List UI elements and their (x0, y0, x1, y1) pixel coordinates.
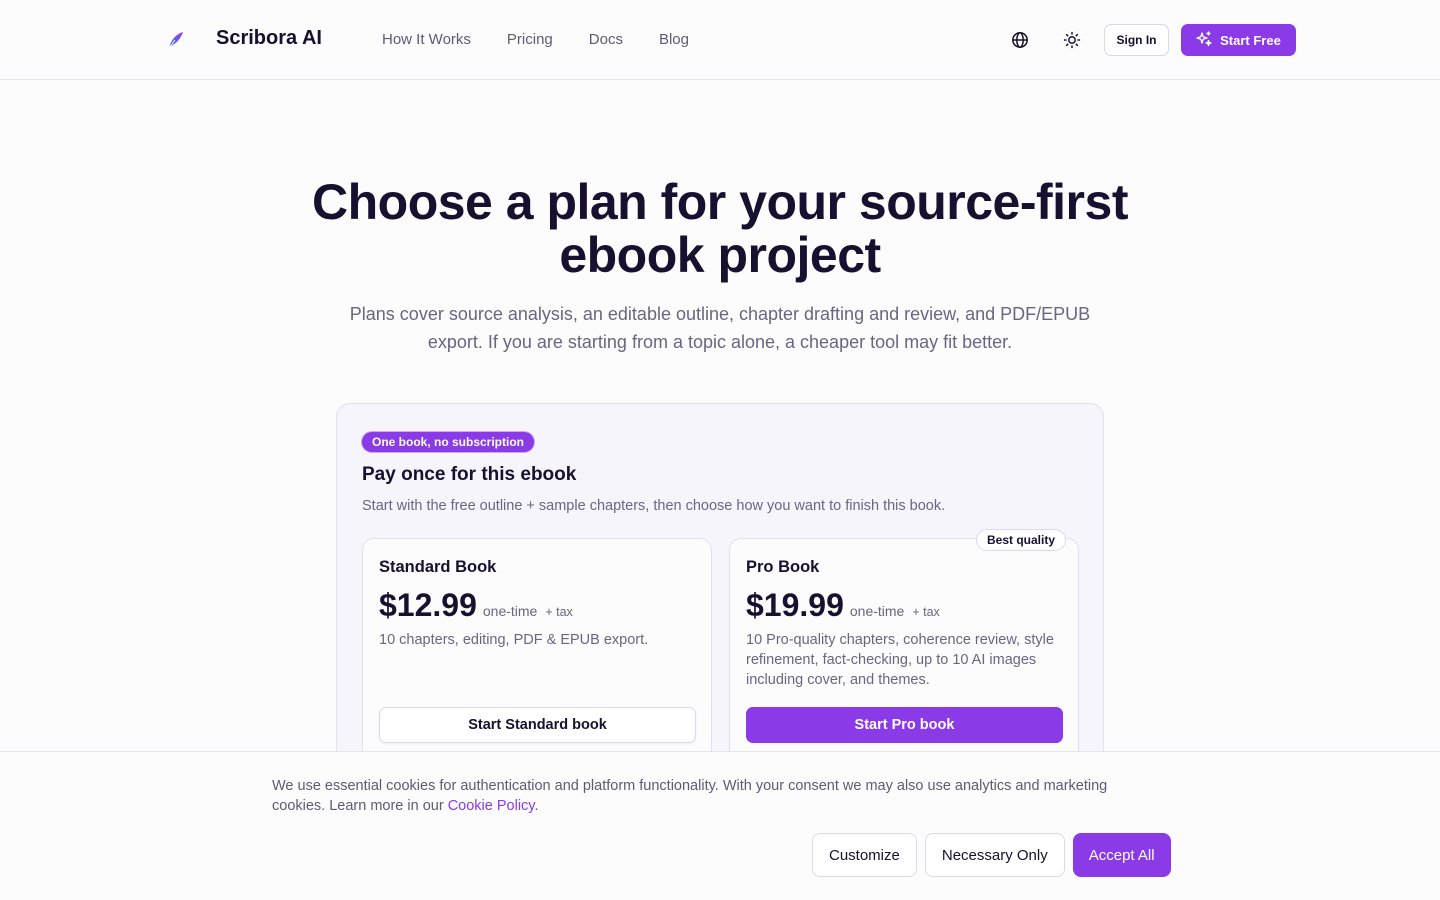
start-pro-book-button[interactable]: Start Pro book (746, 707, 1063, 743)
start-free-button[interactable]: Start Free (1181, 24, 1296, 56)
pro-book-price-row: $19.99 one-time + tax (746, 587, 940, 624)
standard-book-price: $12.99 (379, 587, 477, 623)
standard-book-tax: + tax (545, 605, 573, 619)
pro-book-card: Best quality Pro Book $19.99 one-time + … (729, 529, 1079, 768)
cookie-policy-link[interactable]: Cookie Policy (448, 798, 535, 814)
page-subtitle-line-1: Plans cover source analysis, an editable… (349, 304, 1091, 324)
nav-docs[interactable]: Docs (589, 31, 623, 48)
pro-book-description: 10 Pro-quality chapters, coherence revie… (746, 632, 1054, 688)
cookie-message-line-2: cookies. Learn more in our (272, 798, 448, 814)
standard-book-name: Standard Book (379, 558, 497, 576)
pro-book-term: one-time (849, 603, 905, 619)
standard-book-term: one-time (482, 603, 538, 619)
pro-book-price: $19.99 (746, 587, 844, 623)
cookie-message: We use essential cookies for authenticat… (272, 776, 1152, 816)
sparkles-icon (1196, 30, 1212, 50)
standard-book-price-row: $12.99 one-time + tax (379, 587, 573, 624)
cookie-message-line-1: We use essential cookies for authenticat… (272, 778, 1108, 794)
page-subtitle: Plans cover source analysis, an editable… (320, 300, 1120, 356)
main-nav: How It Works Pricing Docs Blog (382, 31, 689, 48)
start-standard-book-button[interactable]: Start Standard book (379, 707, 696, 743)
cookie-message-period: . (534, 798, 539, 814)
necessary-only-button[interactable]: Necessary Only (924, 833, 1065, 877)
start-free-label: Start Free (1220, 32, 1281, 48)
page-title-line-2: ebook project (559, 227, 881, 283)
sun-icon[interactable] (1060, 28, 1084, 52)
best-quality-badge: Best quality (976, 529, 1067, 551)
plan-section-description: Start with the free outline + sample cha… (362, 498, 946, 514)
cookie-banner: We use essential cookies for authenticat… (0, 751, 1440, 900)
globe-icon[interactable] (1008, 28, 1032, 52)
accept-all-button[interactable]: Accept All (1072, 833, 1171, 877)
sign-in-button[interactable]: Sign In (1104, 24, 1169, 56)
nav-blog[interactable]: Blog (659, 31, 689, 48)
nav-how-it-works[interactable]: How It Works (382, 31, 471, 48)
nav-pricing[interactable]: Pricing (507, 31, 553, 48)
site-header: Scribora AI How It Works Pricing Docs Bl… (0, 0, 1440, 80)
quill-logo-icon[interactable] (164, 28, 188, 52)
standard-book-description: 10 chapters, editing, PDF & EPUB export. (379, 632, 649, 648)
cookie-actions: Customize Necessary Only Accept All (812, 833, 1171, 877)
customize-button[interactable]: Customize (812, 833, 917, 877)
page-subtitle-line-2: export. If you are starting from a topic… (427, 332, 1013, 352)
standard-book-card: Standard Book $12.99 one-time + tax 10 c… (362, 538, 712, 768)
brand-name[interactable]: Scribora AI (216, 27, 322, 50)
pro-book-name: Pro Book (746, 558, 820, 576)
page-title: Choose a plan for your source-first eboo… (240, 176, 1200, 282)
plan-section-title: Pay once for this ebook (362, 464, 577, 485)
pro-book-tax: + tax (912, 605, 940, 619)
no-subscription-badge: One book, no subscription (362, 432, 535, 452)
page-title-line-1: Choose a plan for your source-first (312, 174, 1128, 230)
